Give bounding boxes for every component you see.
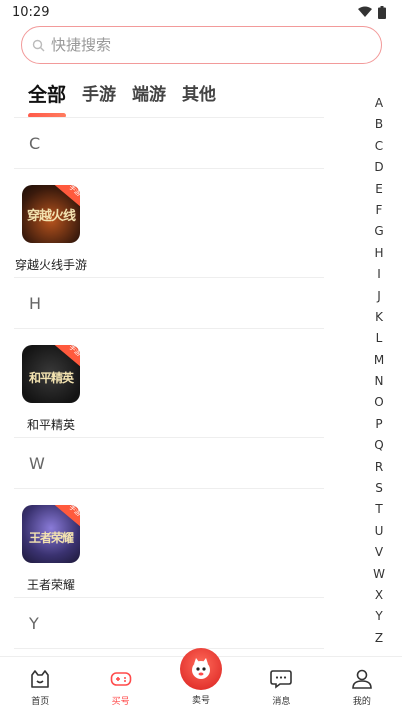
section-header-y: Y [14, 597, 324, 649]
status-time: 10:29 [12, 4, 50, 20]
section-header-c: C [14, 117, 324, 169]
search-bar[interactable] [21, 26, 382, 64]
bottom-nav: 首页 买号 卖号 消息 我的 [0, 648, 402, 716]
battery-icon [378, 5, 386, 19]
game-row: 穿越火线 手游 穿越火线手游 [14, 169, 324, 277]
alphabet-index-letter[interactable]: M [374, 350, 384, 371]
alphabet-index-letter[interactable]: U [375, 521, 384, 542]
alphabet-index-letter[interactable]: Z [375, 628, 383, 649]
nav-messages[interactable]: 消息 [241, 657, 321, 716]
alphabet-index-letter[interactable]: Q [374, 435, 383, 456]
tab-other[interactable]: 其他 [182, 80, 216, 120]
alphabet-index-letter[interactable]: E [375, 179, 383, 200]
wifi-icon [358, 6, 372, 17]
home-icon [31, 670, 50, 688]
nav-home[interactable]: 首页 [0, 657, 80, 716]
nav-profile[interactable]: 我的 [322, 657, 402, 716]
game-icon-peacekeeper-elite: 和平精英 手游 [22, 345, 80, 403]
game-row: 和平精英 手游 和平精英 [14, 329, 324, 437]
game-icon-logo-text: 穿越火线 [26, 209, 76, 224]
alphabet-index-letter[interactable]: V [375, 542, 383, 563]
category-tabs: 全部 手游 端游 其他 [28, 80, 216, 120]
alphabet-index-letter[interactable]: J [377, 286, 381, 307]
nav-buy-label: 买号 [111, 697, 130, 707]
tab-all[interactable]: 全部 [28, 80, 67, 120]
alphabet-index-letter[interactable]: R [375, 457, 383, 478]
alphabet-index-letter[interactable]: W [373, 564, 385, 585]
alphabet-index: ABCDEFGHIJKLMNOPQRSTUVWXYZ [372, 93, 386, 649]
alphabet-index-letter[interactable]: O [374, 392, 383, 413]
mobile-badge: 手游 [54, 505, 80, 529]
game-icon-logo-text: 王者荣耀 [28, 531, 74, 545]
game-list: C 穿越火线 手游 穿越火线手游 H 和平精英 手游 和平精英 W 王者荣耀 手… [14, 117, 324, 649]
message-icon [270, 670, 293, 689]
nav-messages-label: 消息 [272, 697, 291, 707]
alphabet-index-letter[interactable]: P [375, 414, 382, 435]
alphabet-index-letter[interactable]: Y [375, 606, 382, 627]
nav-buy[interactable]: 买号 [80, 657, 160, 716]
nav-sell[interactable]: 卖号 [161, 648, 241, 716]
section-header-w: W [14, 437, 324, 489]
alphabet-index-letter[interactable]: C [375, 136, 383, 157]
alphabet-index-letter[interactable]: T [375, 499, 382, 520]
status-icons [358, 5, 386, 19]
game-item-cf-mobile[interactable]: 穿越火线 手游 穿越火线手游 [14, 185, 88, 273]
game-icon-honor-of-kings: 王者荣耀 手游 [22, 505, 80, 563]
alphabet-index-letter[interactable]: N [375, 371, 384, 392]
game-icon-logo-text: 和平精英 [28, 371, 74, 385]
game-name: 穿越火线手游 [14, 258, 87, 272]
alphabet-index-letter[interactable]: K [375, 307, 383, 328]
alphabet-index-letter[interactable]: F [376, 200, 383, 221]
game-name: 王者荣耀 [26, 578, 75, 592]
alphabet-index-letter[interactable]: B [375, 114, 383, 135]
game-item-peacekeeper-elite[interactable]: 和平精英 手游 和平精英 [14, 345, 88, 433]
section-header-h: H [14, 277, 324, 329]
game-item-honor-of-kings[interactable]: 王者荣耀 手游 王者荣耀 [14, 505, 88, 593]
alphabet-index-letter[interactable]: D [374, 157, 383, 178]
alphabet-index-letter[interactable]: G [374, 221, 383, 242]
game-row: 王者荣耀 手游 王者荣耀 [14, 489, 324, 597]
tab-pc-games[interactable]: 端游 [132, 80, 166, 120]
gamepad-icon [110, 672, 131, 686]
game-icon-cf-mobile: 穿越火线 手游 [22, 185, 80, 243]
alphabet-index-letter[interactable]: L [376, 328, 383, 349]
game-name: 和平精英 [26, 418, 75, 432]
nav-sell-label: 卖号 [192, 696, 211, 706]
search-input[interactable] [51, 36, 381, 54]
sell-mascot-icon [180, 648, 223, 690]
alphabet-index-letter[interactable]: S [375, 478, 383, 499]
mobile-badge: 手游 [54, 345, 80, 369]
alphabet-index-letter[interactable]: A [375, 93, 383, 114]
nav-home-label: 首页 [31, 697, 50, 707]
tab-mobile-games[interactable]: 手游 [82, 80, 116, 120]
profile-icon [352, 669, 372, 689]
alphabet-index-letter[interactable]: I [377, 264, 381, 285]
search-icon [32, 39, 45, 51]
nav-profile-label: 我的 [352, 697, 371, 707]
alphabet-index-letter[interactable]: H [374, 243, 383, 264]
alphabet-index-letter[interactable]: X [375, 585, 383, 606]
status-bar: 10:29 [0, 0, 402, 24]
